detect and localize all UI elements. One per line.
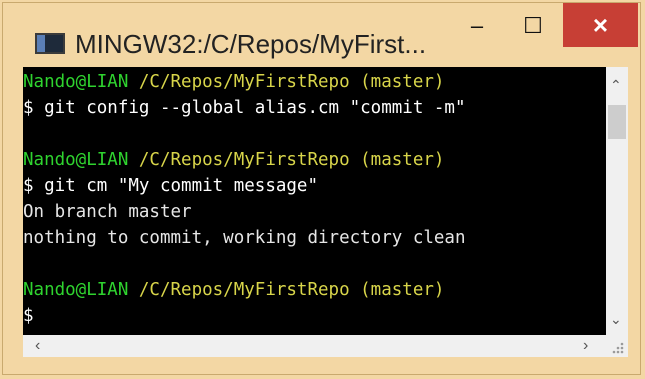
prompt-user: Nando@LIAN: [23, 72, 129, 92]
prompt-path: /C/Repos/MyFirstRepo (master): [128, 72, 445, 92]
scroll-right-icon[interactable]: ›: [583, 337, 588, 355]
minimize-button[interactable]: –: [455, 5, 499, 47]
horizontal-scrollbar[interactable]: ‹ ›: [23, 335, 606, 357]
scroll-down-icon[interactable]: ⌄: [610, 311, 622, 328]
input-line[interactable]: $: [23, 303, 606, 329]
output-line: On branch master: [23, 202, 192, 222]
prompt-path: /C/Repos/MyFirstRepo (master): [128, 150, 445, 170]
prompt-path: /C/Repos/MyFirstRepo (master): [128, 280, 445, 300]
prompt-line: Nando@LIAN /C/Repos/MyFirstRepo (master): [23, 277, 606, 303]
terminal-app-icon: [35, 33, 65, 54]
window-title: MINGW32:/C/Repos/MyFirst...: [75, 29, 427, 59]
resize-grip-icon[interactable]: [611, 341, 625, 355]
terminal-output[interactable]: Nando@LIAN /C/Repos/MyFirstRepo (master)…: [23, 67, 606, 335]
console-area: Nando@LIAN /C/Repos/MyFirstRepo (master)…: [23, 67, 628, 357]
maximize-button[interactable]: ☐: [511, 5, 555, 47]
prompt-user: Nando@LIAN: [23, 280, 129, 300]
scroll-up-icon[interactable]: ⌃: [610, 77, 622, 94]
vertical-scroll-thumb[interactable]: [608, 105, 626, 139]
command-line: $ git cm "My commit message": [23, 176, 319, 196]
command-line: $ git config --global alias.cm "commit -…: [23, 98, 466, 118]
vertical-scrollbar[interactable]: ⌃ ⌄: [606, 67, 628, 335]
maximize-icon: ☐: [523, 13, 543, 38]
title-bar[interactable]: MINGW32:/C/Repos/MyFirst... – ☐ ×: [3, 3, 640, 59]
prompt-line: Nando@LIAN /C/Repos/MyFirstRepo (master): [23, 147, 606, 173]
prompt-line: Nando@LIAN /C/Repos/MyFirstRepo (master): [23, 69, 606, 95]
prompt-user: Nando@LIAN: [23, 150, 129, 170]
minimize-icon: –: [470, 13, 484, 38]
output-line: nothing to commit, working directory cle…: [23, 228, 466, 248]
close-button[interactable]: ×: [563, 3, 638, 47]
close-icon: ×: [592, 9, 609, 40]
terminal-window: MINGW32:/C/Repos/MyFirst... – ☐ × Nando@…: [2, 2, 641, 375]
scroll-left-icon[interactable]: ‹: [35, 337, 40, 355]
